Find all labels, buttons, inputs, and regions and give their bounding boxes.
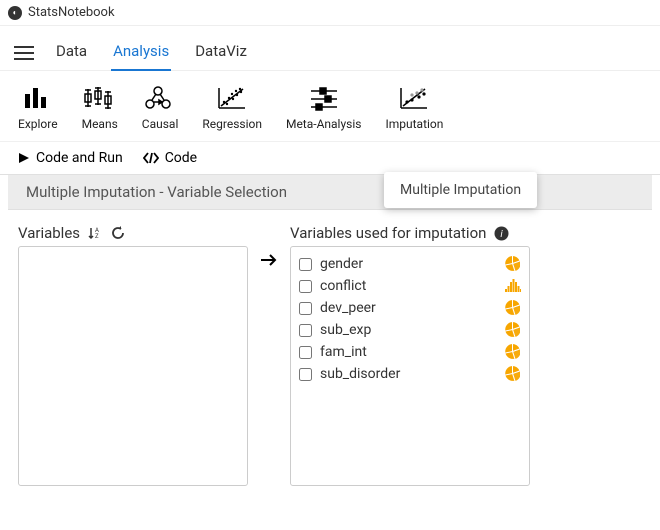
tooltip: Multiple Imputation <box>384 172 537 208</box>
selected-variables-header: Variables used for imputation i <box>290 224 530 246</box>
variable-row[interactable]: fam_int <box>297 341 523 363</box>
tool-means[interactable]: Means <box>82 85 118 131</box>
variable-row[interactable]: sub_exp <box>297 319 523 341</box>
tool-imputation[interactable]: Imputation <box>385 85 443 131</box>
variable-name: conflict <box>320 278 497 294</box>
top-menu: Data Analysis DataViz <box>0 26 660 71</box>
tool-meta-analysis[interactable]: Meta-Analysis <box>286 85 362 131</box>
tooltip-text: Multiple Imputation <box>400 182 521 198</box>
meta-analysis-icon <box>307 85 341 111</box>
play-icon <box>18 152 30 164</box>
variable-checkbox[interactable] <box>299 280 312 293</box>
app-title: StatsNotebook <box>28 5 115 20</box>
selected-variables-label: Variables used for imputation <box>290 224 486 242</box>
distribution-icon <box>505 278 521 294</box>
available-variables-list[interactable] <box>18 246 248 486</box>
available-variables-column: Variables AZ <box>18 224 248 486</box>
variable-selection-panel: Variables AZ Variables used for imputati… <box>0 210 660 500</box>
variable-name: dev_peer <box>320 300 497 316</box>
panel-title: Multiple Imputation - Variable Selection <box>8 175 652 210</box>
means-icon <box>83 85 117 111</box>
pie-icon <box>505 300 521 316</box>
tab-data[interactable]: Data <box>54 36 89 70</box>
sort-icon[interactable]: AZ <box>88 226 102 240</box>
move-right-button[interactable] <box>260 252 278 268</box>
pie-icon <box>505 322 521 338</box>
code-bar: Code and Run Code <box>0 141 660 175</box>
imputation-icon <box>397 85 431 111</box>
variable-checkbox[interactable] <box>299 258 312 271</box>
variable-name: gender <box>320 256 497 272</box>
code-and-run-label: Code and Run <box>36 150 123 166</box>
variable-row[interactable]: dev_peer <box>297 297 523 319</box>
move-arrow-column <box>260 224 278 486</box>
variable-checkbox[interactable] <box>299 368 312 381</box>
svg-text:Z: Z <box>95 233 99 240</box>
causal-icon <box>143 85 177 111</box>
regression-icon <box>215 85 249 111</box>
tab-analysis[interactable]: Analysis <box>111 36 171 70</box>
tool-label: Means <box>82 117 118 131</box>
explore-icon <box>21 85 55 111</box>
tool-explore[interactable]: Explore <box>18 85 58 131</box>
variable-row[interactable]: gender <box>297 253 523 275</box>
tool-label: Explore <box>18 117 58 131</box>
tool-causal[interactable]: Causal <box>142 85 179 131</box>
variable-row[interactable]: sub_disorder <box>297 363 523 385</box>
variable-checkbox[interactable] <box>299 324 312 337</box>
pie-icon <box>505 256 521 272</box>
available-variables-header: Variables AZ <box>18 224 248 246</box>
pie-icon <box>505 366 521 382</box>
tool-regression[interactable]: Regression <box>202 85 262 131</box>
hamburger-icon[interactable] <box>14 46 34 60</box>
variable-row[interactable]: conflict <box>297 275 523 297</box>
variable-name: fam_int <box>320 344 497 360</box>
main-tabs: Data Analysis DataViz <box>54 36 249 70</box>
tool-label: Regression <box>202 117 262 131</box>
tool-label: Imputation <box>385 117 443 131</box>
selected-variables-list[interactable]: gender conflict dev_peer sub_exp fam_int sub_… <box>290 246 530 486</box>
code-icon <box>143 152 159 164</box>
analysis-toolbar: Explore Means Causal <box>0 71 660 135</box>
app-icon: ◐ <box>8 6 22 20</box>
variable-checkbox[interactable] <box>299 346 312 359</box>
code-label: Code <box>165 150 197 166</box>
info-icon[interactable]: i <box>494 226 509 241</box>
selected-variables-column: Variables used for imputation i gender co… <box>290 224 530 486</box>
titlebar: ◐ StatsNotebook <box>0 0 660 26</box>
tab-dataviz[interactable]: DataViz <box>193 36 249 70</box>
variable-checkbox[interactable] <box>299 302 312 315</box>
tool-label: Meta-Analysis <box>286 117 362 131</box>
available-variables-label: Variables <box>18 224 80 242</box>
variable-name: sub_exp <box>320 322 497 338</box>
code-button[interactable]: Code <box>143 150 197 166</box>
tool-label: Causal <box>142 117 179 131</box>
variable-name: sub_disorder <box>320 366 497 382</box>
reset-icon[interactable] <box>110 225 126 241</box>
code-and-run-button[interactable]: Code and Run <box>18 150 123 166</box>
pie-icon <box>505 344 521 360</box>
